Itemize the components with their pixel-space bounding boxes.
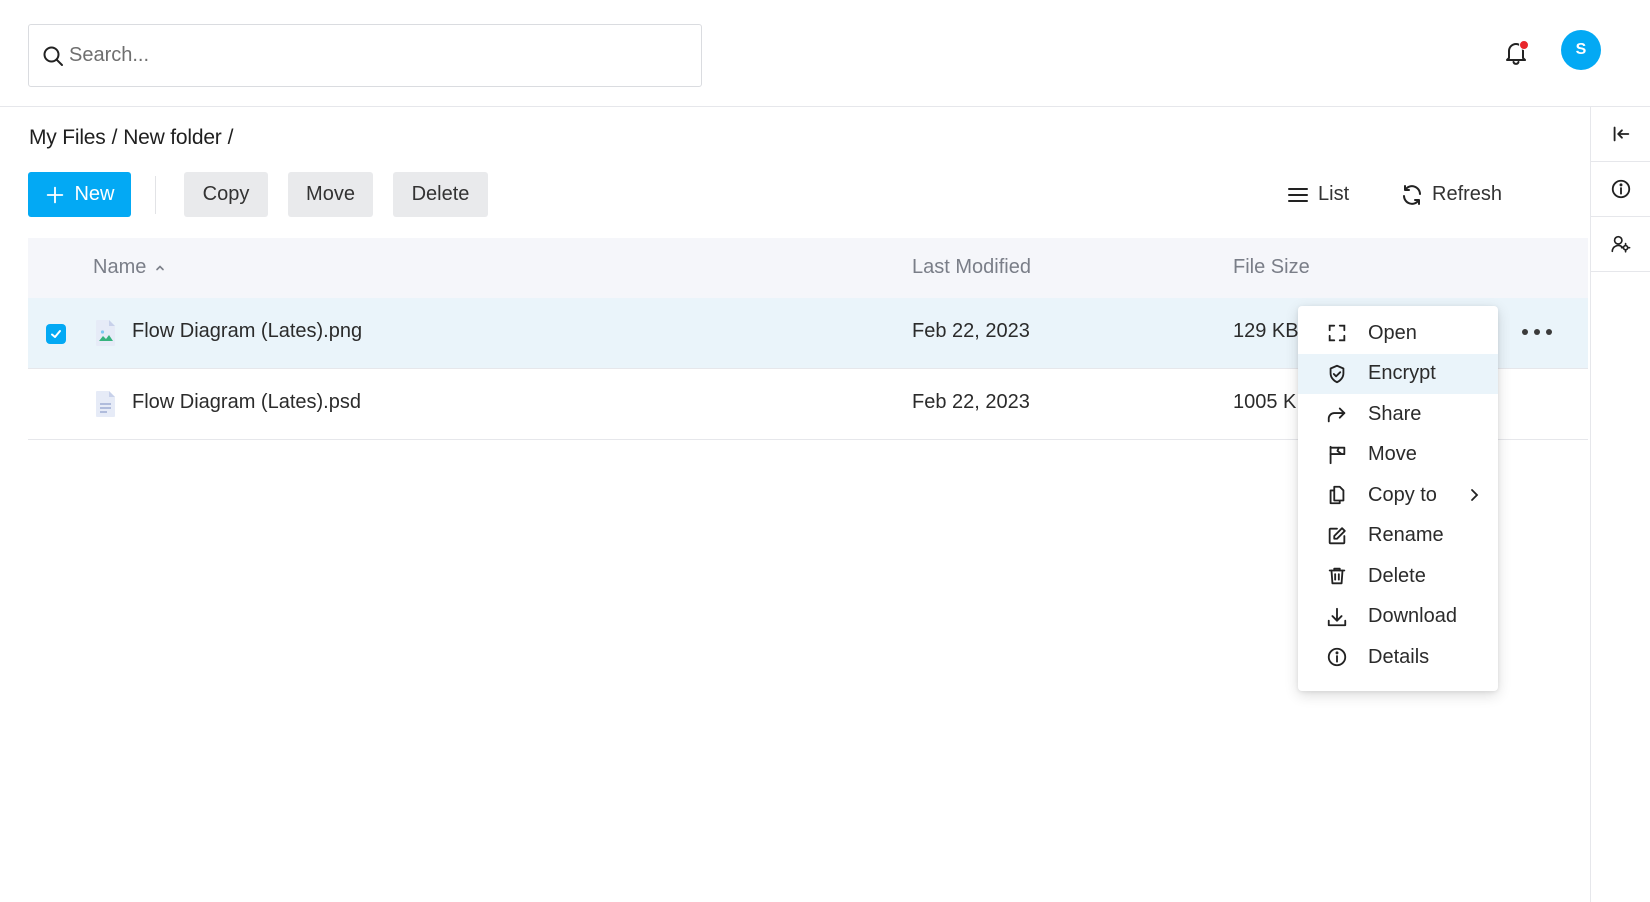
column-header-name-label: Name	[93, 256, 147, 278]
new-button-label: New	[74, 183, 115, 205]
copy-icon	[1329, 486, 1345, 505]
menu-item-label: Download	[1368, 605, 1457, 628]
sharing-panel-button[interactable]	[1591, 217, 1650, 272]
move-button[interactable]: Move	[288, 172, 373, 217]
file-modified: Feb 22, 2023	[912, 320, 1030, 342]
image-file-icon	[96, 320, 115, 346]
view-mode-button[interactable]: List	[1286, 172, 1349, 217]
breadcrumb-my-files[interactable]: My Files	[29, 126, 106, 149]
menu-item-label: Details	[1368, 645, 1430, 668]
menu-item-label: Move	[1368, 443, 1417, 466]
list-icon	[1288, 187, 1308, 202]
row-more-button[interactable]	[1522, 320, 1552, 344]
share-icon	[1327, 407, 1346, 423]
menu-item-label: Share	[1368, 402, 1422, 425]
info-panel-button[interactable]	[1591, 162, 1650, 217]
right-side-panel	[1590, 107, 1650, 902]
check-icon	[51, 330, 61, 338]
breadcrumb-separator: /	[111, 126, 118, 149]
refresh-button[interactable]: Refresh	[1400, 172, 1502, 217]
chevron-right-icon	[1471, 489, 1479, 502]
open-icon	[1328, 325, 1346, 342]
top-bar: S	[0, 0, 1650, 107]
delete-button[interactable]: Delete	[393, 172, 488, 217]
menu-item-delete[interactable]: Delete	[1298, 556, 1498, 597]
table-header: Name Last Modified File Size	[28, 238, 1588, 298]
notification-badge	[1519, 40, 1529, 50]
column-header-size[interactable]: File Size	[1233, 256, 1310, 279]
refresh-label: Refresh	[1432, 183, 1503, 205]
document-file-icon	[96, 391, 115, 417]
flag-icon	[1329, 445, 1346, 464]
menu-item-move[interactable]: Move	[1298, 435, 1498, 476]
search-input[interactable]	[69, 44, 669, 67]
menu-item-label: Delete	[1368, 564, 1426, 587]
menu-item-label: Open	[1368, 321, 1417, 344]
column-header-modified[interactable]: Last Modified	[912, 256, 1031, 279]
trash-icon	[1328, 568, 1346, 585]
file-name[interactable]: Flow Diagram (Lates).psd	[132, 391, 361, 414]
breadcrumb-separator: /	[227, 126, 234, 149]
menu-item-share[interactable]: Share	[1298, 394, 1498, 435]
menu-item-encrypt[interactable]: Encrypt	[1298, 353, 1498, 394]
collapse-panel-button[interactable]	[1591, 107, 1650, 162]
menu-item-download[interactable]: Download	[1298, 597, 1498, 638]
collapse-panel-icon	[1613, 126, 1630, 142]
menu-item-open[interactable]: Open	[1298, 313, 1498, 354]
menu-item-copy-to[interactable]: Copy to	[1298, 475, 1498, 516]
file-name[interactable]: Flow Diagram (Lates).png	[132, 320, 362, 343]
menu-item-label: Rename	[1368, 524, 1444, 547]
info-icon	[1611, 179, 1631, 199]
menu-item-details[interactable]: Details	[1298, 637, 1498, 678]
file-size: 129 KB	[1233, 320, 1299, 342]
context-menu: Open Encrypt Share Move Copy to Rename D…	[1298, 306, 1498, 691]
users-icon	[1611, 235, 1631, 253]
breadcrumb: My Files / New folder /	[29, 126, 239, 150]
more-dot	[1522, 329, 1528, 335]
shield-check-icon	[1329, 364, 1345, 383]
sort-ascending-icon	[156, 264, 165, 270]
search-icon	[43, 46, 63, 66]
notifications-button[interactable]	[1500, 36, 1532, 68]
toolbar: New Copy Move Delete List Refresh	[28, 172, 1588, 217]
refresh-icon	[1403, 184, 1421, 205]
rename-icon	[1328, 527, 1346, 544]
menu-item-rename[interactable]: Rename	[1298, 516, 1498, 557]
copy-button[interactable]: Copy	[184, 172, 268, 217]
menu-item-label: Encrypt	[1368, 362, 1436, 385]
download-icon	[1327, 607, 1347, 626]
menu-item-label: Copy to	[1368, 483, 1437, 506]
file-modified: Feb 22, 2023	[912, 391, 1030, 413]
toolbar-divider	[155, 176, 156, 214]
info-icon	[1327, 648, 1347, 667]
new-button[interactable]: New	[28, 172, 131, 217]
more-dot	[1534, 329, 1540, 335]
search-box[interactable]	[28, 24, 702, 87]
row-checkbox[interactable]	[46, 324, 66, 344]
column-header-name[interactable]: Name	[93, 256, 166, 279]
more-dot	[1546, 329, 1552, 335]
plus-icon	[47, 186, 64, 203]
view-mode-label: List	[1318, 183, 1350, 205]
breadcrumb-new-folder[interactable]: New folder	[123, 126, 222, 149]
avatar[interactable]: S	[1561, 30, 1601, 70]
